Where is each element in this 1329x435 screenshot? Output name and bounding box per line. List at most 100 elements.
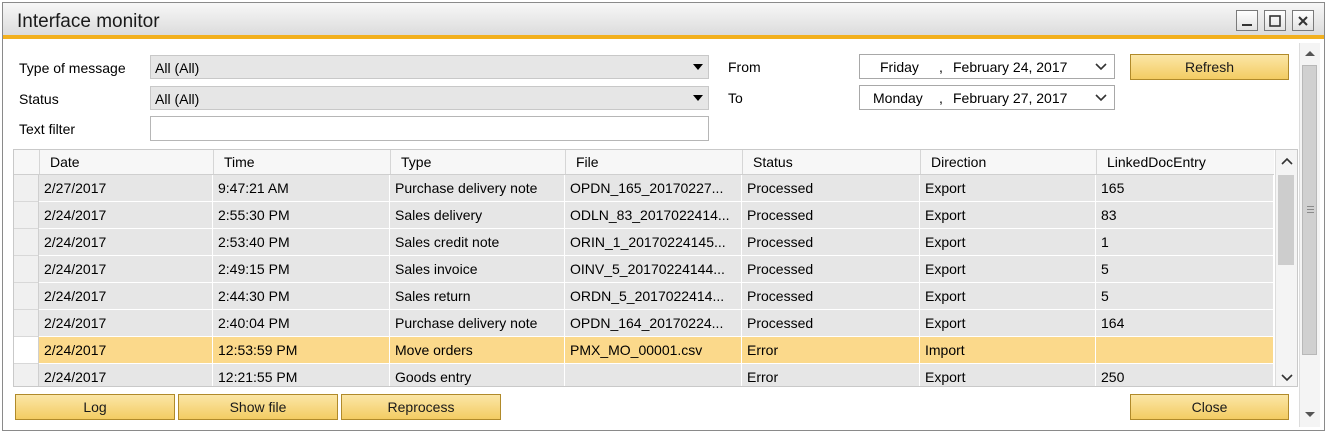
row-header[interactable] bbox=[14, 283, 39, 310]
grid-scroll-thumb[interactable] bbox=[1278, 175, 1294, 265]
cell-time[interactable]: 2:40:04 PM bbox=[213, 310, 390, 337]
cell-file[interactable]: OPDN_165_20170227... bbox=[565, 175, 742, 202]
text-filter-input[interactable] bbox=[150, 116, 709, 141]
window-scroll-thumb[interactable] bbox=[1302, 65, 1317, 355]
col-date[interactable]: Date bbox=[39, 150, 213, 174]
cell-time[interactable]: 2:55:30 PM bbox=[213, 202, 390, 229]
col-status[interactable]: Status bbox=[742, 150, 920, 174]
from-date-picker[interactable]: Friday , February 24, 2017 bbox=[859, 54, 1115, 79]
row-header[interactable] bbox=[14, 337, 39, 364]
scroll-down-icon bbox=[1305, 412, 1315, 417]
cell-direction[interactable]: Export bbox=[920, 283, 1096, 310]
cell-file[interactable] bbox=[565, 364, 742, 386]
cell-linkeddocentry[interactable]: 164 bbox=[1096, 310, 1274, 337]
cell-linkeddocentry[interactable]: 5 bbox=[1096, 283, 1274, 310]
cell-direction[interactable]: Import bbox=[920, 337, 1096, 364]
cell-type[interactable]: Sales credit note bbox=[390, 229, 565, 256]
cell-file[interactable]: ORIN_1_20170224145... bbox=[565, 229, 742, 256]
cell-linkeddocentry[interactable]: 5 bbox=[1096, 256, 1274, 283]
cell-date[interactable]: 2/24/2017 bbox=[39, 202, 213, 229]
show-file-button[interactable]: Show file bbox=[178, 394, 338, 420]
table-row[interactable]: 2/24/2017 2:53:40 PM Sales credit note ORIN… bbox=[14, 229, 1274, 256]
cell-type[interactable]: Purchase delivery note bbox=[390, 310, 565, 337]
cell-type[interactable]: Sales return bbox=[390, 283, 565, 310]
cell-status[interactable]: Processed bbox=[742, 310, 920, 337]
cell-status[interactable]: Processed bbox=[742, 229, 920, 256]
cell-status[interactable]: Error bbox=[742, 337, 920, 364]
cell-status[interactable]: Processed bbox=[742, 175, 920, 202]
reprocess-button[interactable]: Reprocess bbox=[341, 394, 501, 420]
status-select[interactable]: All (All) bbox=[150, 86, 709, 110]
cell-linkeddocentry[interactable] bbox=[1096, 337, 1274, 364]
cell-date[interactable]: 2/24/2017 bbox=[39, 337, 213, 364]
cell-linkeddocentry[interactable]: 1 bbox=[1096, 229, 1274, 256]
cell-time[interactable]: 12:53:59 PM bbox=[213, 337, 390, 364]
cell-status[interactable]: Error bbox=[742, 364, 920, 386]
table-row[interactable]: 2/24/2017 2:55:30 PM Sales delivery ODLN_83… bbox=[14, 202, 1274, 229]
minimize-button[interactable] bbox=[1236, 10, 1258, 31]
cell-linkeddocentry[interactable]: 83 bbox=[1096, 202, 1274, 229]
type-of-message-value: All (All) bbox=[155, 60, 200, 76]
col-direction[interactable]: Direction bbox=[920, 150, 1096, 174]
cell-file[interactable]: OPDN_164_20170224... bbox=[565, 310, 742, 337]
cell-file[interactable]: ORDN_5_2017022414... bbox=[565, 283, 742, 310]
cell-linkeddocentry[interactable]: 165 bbox=[1096, 175, 1274, 202]
close-window-button[interactable] bbox=[1292, 10, 1314, 31]
row-header[interactable] bbox=[14, 175, 39, 202]
close-icon bbox=[1298, 15, 1308, 26]
cell-date[interactable]: 2/24/2017 bbox=[39, 310, 213, 337]
table-row[interactable]: 2/24/2017 2:40:04 PM Purchase delivery not… bbox=[14, 310, 1274, 337]
cell-type[interactable]: Sales delivery bbox=[390, 202, 565, 229]
maximize-button[interactable] bbox=[1264, 10, 1286, 31]
cell-date[interactable]: 2/24/2017 bbox=[39, 256, 213, 283]
cell-type[interactable]: Purchase delivery note bbox=[390, 175, 565, 202]
row-header[interactable] bbox=[14, 202, 39, 229]
cell-time[interactable]: 9:47:21 AM bbox=[213, 175, 390, 202]
cell-type[interactable]: Move orders bbox=[390, 337, 565, 364]
cell-date[interactable]: 2/24/2017 bbox=[39, 364, 213, 386]
window-scrollbar[interactable] bbox=[1299, 43, 1320, 427]
col-type[interactable]: Type bbox=[390, 150, 565, 174]
cell-status[interactable]: Processed bbox=[742, 202, 920, 229]
table-row[interactable]: 2/24/2017 12:21:55 PM Goods entry Error Expo… bbox=[14, 364, 1274, 386]
row-header[interactable] bbox=[14, 364, 39, 386]
row-header[interactable] bbox=[14, 256, 39, 283]
cell-type[interactable]: Goods entry bbox=[390, 364, 565, 386]
cell-file[interactable]: PMX_MO_00001.csv bbox=[565, 337, 742, 364]
cell-linkeddocentry[interactable]: 250 bbox=[1096, 364, 1274, 386]
row-header[interactable] bbox=[14, 310, 39, 337]
refresh-button[interactable]: Refresh bbox=[1130, 54, 1289, 80]
row-header[interactable] bbox=[14, 229, 39, 256]
cell-time[interactable]: 2:44:30 PM bbox=[213, 283, 390, 310]
type-of-message-select[interactable]: All (All) bbox=[150, 55, 709, 79]
cell-direction[interactable]: Export bbox=[920, 202, 1096, 229]
cell-file[interactable]: ODLN_83_2017022414... bbox=[565, 202, 742, 229]
table-row[interactable]: 2/24/2017 2:49:15 PM Sales invoice OINV_5_2… bbox=[14, 256, 1274, 283]
cell-direction[interactable]: Export bbox=[920, 310, 1096, 337]
table-row[interactable]: 2/27/2017 9:47:21 AM Purchase delivery not… bbox=[14, 175, 1274, 202]
cell-date[interactable]: 2/24/2017 bbox=[39, 229, 213, 256]
cell-date[interactable]: 2/27/2017 bbox=[39, 175, 213, 202]
cell-direction[interactable]: Export bbox=[920, 256, 1096, 283]
cell-time[interactable]: 2:53:40 PM bbox=[213, 229, 390, 256]
table-row[interactable]: 2/24/2017 12:53:59 PM Move orders PMX_MO_00… bbox=[14, 337, 1274, 364]
cell-file[interactable]: OINV_5_20170224144... bbox=[565, 256, 742, 283]
cell-status[interactable]: Processed bbox=[742, 283, 920, 310]
col-linkeddocentry[interactable]: LinkedDocEntry bbox=[1096, 150, 1274, 174]
cell-direction[interactable]: Export bbox=[920, 364, 1096, 386]
grid-scrollbar[interactable] bbox=[1275, 150, 1297, 386]
table-row[interactable]: 2/24/2017 2:44:30 PM Sales return ORDN_5_20… bbox=[14, 283, 1274, 310]
cell-type[interactable]: Sales invoice bbox=[390, 256, 565, 283]
to-date-picker[interactable]: Monday , February 27, 2017 bbox=[859, 85, 1115, 110]
from-weekday: Friday bbox=[880, 59, 919, 75]
col-time[interactable]: Time bbox=[213, 150, 390, 174]
cell-date[interactable]: 2/24/2017 bbox=[39, 283, 213, 310]
cell-status[interactable]: Processed bbox=[742, 256, 920, 283]
log-button[interactable]: Log bbox=[15, 394, 175, 420]
cell-time[interactable]: 2:49:15 PM bbox=[213, 256, 390, 283]
col-file[interactable]: File bbox=[565, 150, 742, 174]
cell-time[interactable]: 12:21:55 PM bbox=[213, 364, 390, 386]
close-button[interactable]: Close bbox=[1130, 394, 1289, 420]
cell-direction[interactable]: Export bbox=[920, 175, 1096, 202]
cell-direction[interactable]: Export bbox=[920, 229, 1096, 256]
